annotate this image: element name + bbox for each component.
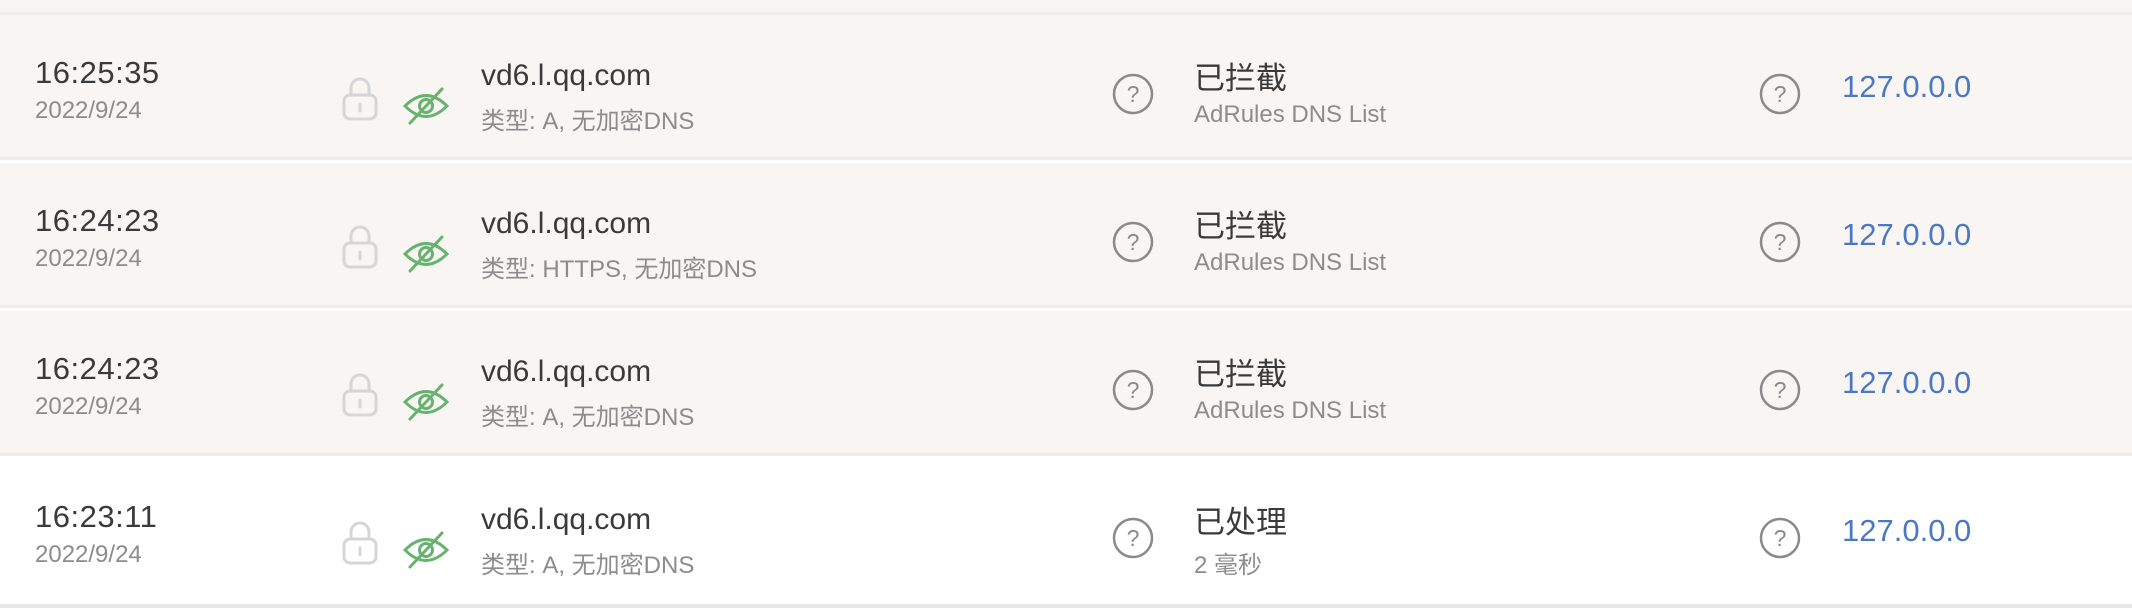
query-type: 类型: A, 无加密DNS xyxy=(481,404,695,431)
domain-name[interactable]: vd6.l.qq.com xyxy=(481,355,651,389)
table-row[interactable]: 16:24:23 2022/9/24 vd6.l.qq.com 类型: HTTP… xyxy=(0,163,2132,308)
svg-text:?: ? xyxy=(1127,525,1140,551)
lock-icon xyxy=(342,225,378,269)
status-label: 已拦截 xyxy=(1194,357,1287,392)
client-ip-link[interactable]: 127.0.0.0 xyxy=(1842,513,1971,549)
query-date: 2022/9/24 xyxy=(35,97,142,124)
query-time: 16:23:11 xyxy=(35,499,158,534)
question-circle-icon[interactable]: ? xyxy=(1759,221,1801,263)
query-date: 2022/9/24 xyxy=(35,541,142,568)
query-type: 类型: HTTPS, 无加密DNS xyxy=(481,256,758,283)
svg-text:?: ? xyxy=(1774,81,1787,107)
eye-slash-icon[interactable] xyxy=(402,231,450,277)
query-time: 16:25:35 xyxy=(35,55,160,90)
query-date: 2022/9/24 xyxy=(35,393,142,420)
eye-slash-icon[interactable] xyxy=(402,379,450,425)
question-circle-icon[interactable]: ? xyxy=(1112,73,1154,115)
domain-name[interactable]: vd6.l.qq.com xyxy=(481,59,651,93)
svg-text:?: ? xyxy=(1774,525,1787,551)
question-circle-icon[interactable]: ? xyxy=(1112,221,1154,263)
table-row[interactable]: 16:23:11 2022/9/24 vd6.l.qq.com 类型: A, 无… xyxy=(0,459,2132,604)
lock-icon xyxy=(342,521,378,565)
client-ip-link[interactable]: 127.0.0.0 xyxy=(1842,217,1971,253)
svg-text:?: ? xyxy=(1774,377,1787,403)
query-time: 16:24:23 xyxy=(35,203,160,238)
question-circle-icon[interactable]: ? xyxy=(1759,369,1801,411)
query-date: 2022/9/24 xyxy=(35,245,142,272)
table-bottom-edge xyxy=(0,604,2132,608)
eye-slash-icon[interactable] xyxy=(402,83,450,129)
question-circle-icon[interactable]: ? xyxy=(1112,369,1154,411)
status-label: 已拦截 xyxy=(1194,61,1287,96)
eye-slash-icon[interactable] xyxy=(402,527,450,573)
table-row[interactable]: 16:24:23 2022/9/24 vd6.l.qq.com 类型: A, 无… xyxy=(0,311,2132,456)
client-ip-link[interactable]: 127.0.0.0 xyxy=(1842,365,1971,401)
lock-icon xyxy=(342,77,378,121)
status-detail: AdRules DNS List xyxy=(1194,249,1387,276)
client-ip-link[interactable]: 127.0.0.0 xyxy=(1842,69,1971,105)
svg-text:?: ? xyxy=(1127,229,1140,255)
question-circle-icon[interactable]: ? xyxy=(1759,73,1801,115)
status-detail: 2 毫秒 xyxy=(1194,552,1263,579)
status-detail: AdRules DNS List xyxy=(1194,101,1387,128)
status-label: 已处理 xyxy=(1194,505,1287,540)
question-circle-icon[interactable]: ? xyxy=(1112,517,1154,559)
query-type: 类型: A, 无加密DNS xyxy=(481,108,695,135)
domain-name[interactable]: vd6.l.qq.com xyxy=(481,207,651,241)
svg-text:?: ? xyxy=(1127,81,1140,107)
query-time: 16:24:23 xyxy=(35,351,160,386)
previous-row-edge xyxy=(0,0,2132,15)
question-circle-icon[interactable]: ? xyxy=(1759,517,1801,559)
query-type: 类型: A, 无加密DNS xyxy=(481,552,695,579)
svg-text:?: ? xyxy=(1774,229,1787,255)
lock-icon xyxy=(342,373,378,417)
table-row[interactable]: 16:25:35 2022/9/24 vd6.l.qq.com 类型: A, 无… xyxy=(0,15,2132,160)
status-detail: AdRules DNS List xyxy=(1194,397,1387,424)
domain-name[interactable]: vd6.l.qq.com xyxy=(481,503,651,537)
status-label: 已拦截 xyxy=(1194,209,1287,244)
svg-text:?: ? xyxy=(1127,377,1140,403)
query-log-table: 16:25:35 2022/9/24 vd6.l.qq.com 类型: A, 无… xyxy=(0,0,2132,608)
